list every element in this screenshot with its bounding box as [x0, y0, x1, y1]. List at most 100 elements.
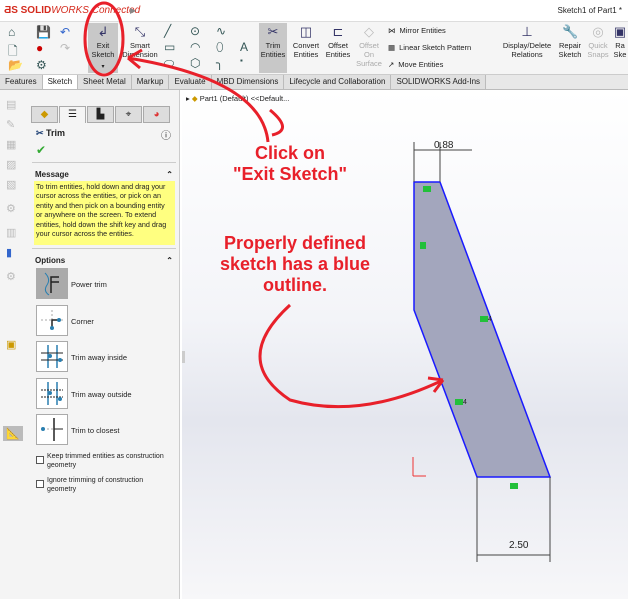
- point-icon[interactable]: ▪: [240, 56, 243, 65]
- dimxpert-tab[interactable]: ⌖: [115, 106, 142, 123]
- tool-icon[interactable]: ▨: [6, 158, 16, 171]
- collapse-icon[interactable]: ⌃: [166, 170, 173, 179]
- feature-tree-icon: ◆: [40, 109, 49, 120]
- repair-icon: 🔧: [562, 24, 579, 39]
- tool-icon[interactable]: ▣: [6, 338, 16, 351]
- relation-count: 4: [463, 399, 467, 406]
- expand-arrow-icon[interactable]: ▶: [130, 6, 136, 15]
- tool-icon[interactable]: ⚙: [6, 270, 16, 283]
- tab-features[interactable]: Features: [0, 75, 43, 89]
- move-label: Move Entities: [398, 60, 444, 69]
- convert-entities-button[interactable]: ◫ Convert Entities: [290, 23, 322, 60]
- tool-icon[interactable]: ⚙: [6, 202, 16, 215]
- exit-sketch-button[interactable]: ↲ Exit Sketch ▾: [88, 23, 118, 73]
- spline-icon[interactable]: ∿: [216, 24, 226, 38]
- pm-title: ✂ Trim: [36, 128, 65, 139]
- save-icon[interactable]: 💾: [36, 25, 51, 39]
- tab-sketch[interactable]: Sketch: [42, 75, 79, 89]
- trim-closest-icon: [41, 418, 63, 441]
- redo-icon[interactable]: ↷: [60, 41, 70, 55]
- polygon-icon[interactable]: ⬡: [190, 56, 200, 70]
- tool-icon[interactable]: ✎: [6, 118, 15, 131]
- rectangle-icon[interactable]: ▭: [164, 40, 175, 54]
- trim-away-outside-button[interactable]: [36, 378, 68, 409]
- convert-icon: ◫: [299, 24, 313, 39]
- options-header[interactable]: Options ⌃: [35, 256, 175, 265]
- rebuild-traffic-light-icon[interactable]: ●: [36, 41, 43, 55]
- home-icon[interactable]: ⌂: [8, 25, 15, 39]
- annotation-arrow-1: [269, 108, 284, 137]
- ellipse-icon[interactable]: ⬯: [216, 40, 224, 55]
- command-tabs: Features Sketch Sheet Metal Markup Evalu…: [0, 75, 628, 90]
- trim-away-inside-button[interactable]: [36, 341, 68, 372]
- trim-entities-label: Trim Entities: [260, 41, 286, 59]
- horizontal-relation-icon: [423, 186, 431, 192]
- parallel-relation-icon: [455, 399, 463, 405]
- dimension-value-bottom[interactable]: 2.50: [509, 540, 528, 551]
- options-gear-icon[interactable]: ⚙: [36, 58, 47, 72]
- logo-text: WORKS Connected: [51, 5, 141, 16]
- help-icon[interactable]: ⓘ: [161, 127, 171, 142]
- offset-on-surface-button[interactable]: ◇ Offset On Surface: [355, 23, 383, 69]
- quick-snaps-button[interactable]: ◎ Quick Snaps: [586, 23, 610, 60]
- sketch-ruler-icon[interactable]: 📐: [3, 426, 23, 441]
- smart-dimension-button[interactable]: ⤡ Smart Dimension: [122, 23, 158, 60]
- callout-line: "Exit Sketch": [232, 164, 348, 184]
- ignore-construction-checkbox[interactable]: [36, 480, 44, 488]
- tab-lifecycle[interactable]: Lifecycle and Collaboration: [284, 75, 392, 89]
- parallel-relation-icon: [480, 316, 488, 322]
- corner-button[interactable]: [36, 305, 68, 336]
- offset-entities-button[interactable]: ⊏ Offset Entities: [323, 23, 353, 60]
- move-entities-button[interactable]: ↗ Move Entities: [388, 60, 443, 69]
- tool-icon[interactable]: ▧: [6, 178, 16, 191]
- property-manager: ◆ ☰ ▙ ⌖ ◕ ✂ Trim ⓘ ✔ Message ⌃ To trim en…: [28, 90, 180, 599]
- trim-to-closest-button[interactable]: [36, 414, 68, 445]
- display-delete-relations-button[interactable]: ⊥ Display/Delete Relations: [500, 23, 554, 60]
- text-icon[interactable]: A: [240, 40, 248, 54]
- linear-pattern-button[interactable]: ▦ Linear Sketch Pattern: [388, 43, 471, 52]
- trim-entities-button[interactable]: ✂ Trim Entities: [259, 23, 287, 73]
- fillet-icon[interactable]: ╮: [216, 56, 223, 70]
- feature-manager-tab[interactable]: ◆: [31, 106, 58, 123]
- repair-sketch-button[interactable]: 🔧 Repair Sketch: [556, 23, 584, 60]
- open-file-icon[interactable]: 📂: [8, 58, 23, 72]
- tool-icon[interactable]: ▥: [6, 226, 16, 239]
- chevron-down-icon[interactable]: ▾: [88, 63, 118, 72]
- dimension-value-top[interactable]: 0.88: [434, 140, 453, 151]
- pattern-icon: ▦: [388, 43, 396, 52]
- solidworks-logo[interactable]: ƋS SOLIDWORKS Connected: [4, 5, 140, 16]
- tab-evaluate[interactable]: Evaluate: [169, 75, 212, 89]
- arc-icon[interactable]: ◠: [190, 40, 200, 54]
- tool-icon[interactable]: ▮: [6, 246, 12, 259]
- ok-checkmark-icon[interactable]: ✔: [36, 143, 46, 157]
- configuration-tab[interactable]: ▙: [87, 106, 114, 123]
- document-title: Sketch1 of Part1 *: [557, 6, 622, 15]
- tab-sheet-metal[interactable]: Sheet Metal: [78, 75, 132, 89]
- tab-mbd-dimensions[interactable]: MBD Dimensions: [211, 75, 285, 89]
- sketch-profile: [413, 181, 552, 478]
- collapse-icon[interactable]: ⌃: [166, 256, 173, 265]
- mirror-entities-button[interactable]: ⋈ Mirror Entities: [388, 26, 446, 35]
- exit-sketch-label: Exit Sketch: [91, 41, 115, 59]
- line-icon[interactable]: ╱: [164, 24, 171, 38]
- keep-trimmed-checkbox[interactable]: [36, 456, 44, 464]
- display-manager-tab[interactable]: ◕: [143, 106, 170, 123]
- trim-outside-label: Trim away outside: [71, 390, 132, 399]
- message-header[interactable]: Message ⌃: [35, 170, 175, 179]
- circle-icon[interactable]: ⊙: [190, 24, 200, 38]
- tool-icon[interactable]: ▤: [6, 98, 16, 111]
- callout-line: Click on: [254, 143, 325, 163]
- property-manager-tab[interactable]: ☰: [59, 106, 86, 123]
- slot-icon[interactable]: ⬭: [164, 56, 174, 71]
- tab-markup[interactable]: Markup: [131, 75, 170, 89]
- message-header-label: Message: [35, 170, 69, 179]
- panel-splitter-handle[interactable]: [182, 351, 185, 363]
- tab-addins[interactable]: SOLIDWORKS Add-Ins: [391, 75, 487, 89]
- tool-icon[interactable]: ▦: [6, 138, 16, 151]
- quick-snaps-label: Quick Snaps: [587, 41, 609, 59]
- trim-closest-label: Trim to closest: [71, 426, 120, 435]
- undo-icon[interactable]: ↶: [60, 25, 70, 39]
- divider: [32, 248, 176, 249]
- power-trim-button[interactable]: [36, 268, 68, 299]
- rapid-sketch-button[interactable]: ▣ Ra Ske: [612, 23, 628, 60]
